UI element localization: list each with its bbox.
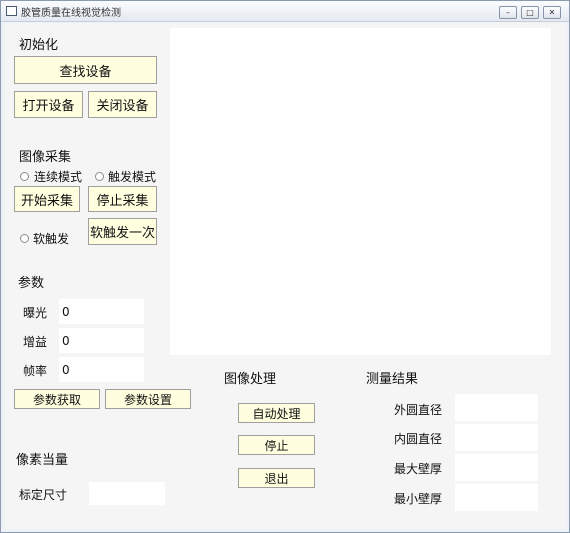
gain-label: 增益 <box>23 335 48 349</box>
fps-field[interactable]: 0 <box>59 357 144 382</box>
soft-trigger-label: 软触发 <box>33 232 70 246</box>
exposure-field[interactable]: 0 <box>59 299 144 324</box>
min-wall-thickness-label: 最小壁厚 <box>394 492 443 506</box>
stop-button[interactable]: 停止 <box>238 435 315 455</box>
app-window: 胶管质量在线视觉检测 – □ ✕ 初始化 查找设备 打开设备 关闭设备 图像采集… <box>0 0 570 533</box>
soft-trigger-radio[interactable] <box>20 234 29 243</box>
get-params-button[interactable]: 参数获取 <box>14 389 100 409</box>
trigger-mode-radio[interactable] <box>95 172 104 181</box>
stop-capture-button[interactable]: 停止采集 <box>88 186 157 212</box>
capture-section-title: 图像采集 <box>19 150 72 165</box>
pixel-equivalent-title: 像素当量 <box>16 453 69 468</box>
init-section-title: 初始化 <box>19 38 59 53</box>
params-section-title: 参数 <box>18 276 45 291</box>
inner-diameter-label: 内圆直径 <box>394 432 443 446</box>
open-device-button[interactable]: 打开设备 <box>14 91 83 118</box>
window-title: 胶管质量在线视觉检测 <box>21 8 121 19</box>
min-wall-thickness-field[interactable] <box>455 484 538 511</box>
fps-label: 帧率 <box>23 364 48 378</box>
client-area: 初始化 查找设备 打开设备 关闭设备 图像采集 连续模式 触发模式 开始采集 停… <box>5 23 566 529</box>
title-bar[interactable]: 胶管质量在线视觉检测 – □ ✕ <box>1 1 569 22</box>
auto-process-button[interactable]: 自动处理 <box>238 403 315 423</box>
find-device-button[interactable]: 查找设备 <box>14 56 157 84</box>
maximize-button[interactable]: □ <box>521 6 539 19</box>
max-wall-thickness-field[interactable] <box>455 454 538 481</box>
continuous-mode-label: 连续模式 <box>34 170 83 184</box>
calibration-size-label: 标定尺寸 <box>19 488 68 502</box>
max-wall-thickness-label: 最大壁厚 <box>394 462 443 476</box>
app-icon <box>6 6 17 16</box>
results-section-title: 测量结果 <box>366 372 419 387</box>
trigger-mode-label: 触发模式 <box>108 170 157 184</box>
set-params-button[interactable]: 参数设置 <box>105 389 191 409</box>
outer-diameter-field[interactable] <box>455 394 538 421</box>
gain-field[interactable]: 0 <box>59 328 144 353</box>
exit-button[interactable]: 退出 <box>238 468 315 488</box>
start-capture-button[interactable]: 开始采集 <box>14 186 80 212</box>
soft-trigger-once-button[interactable]: 软触发一次 <box>88 218 157 245</box>
minimize-button[interactable]: – <box>499 6 517 19</box>
processing-section-title: 图像处理 <box>224 372 277 387</box>
outer-diameter-label: 外圆直径 <box>394 403 443 417</box>
close-button[interactable]: ✕ <box>543 6 561 19</box>
exposure-label: 曝光 <box>23 306 48 320</box>
image-display-area <box>170 28 551 355</box>
continuous-mode-radio[interactable] <box>20 172 29 181</box>
calibration-size-field[interactable] <box>89 482 165 505</box>
close-device-button[interactable]: 关闭设备 <box>88 91 157 118</box>
inner-diameter-field[interactable] <box>455 424 538 451</box>
